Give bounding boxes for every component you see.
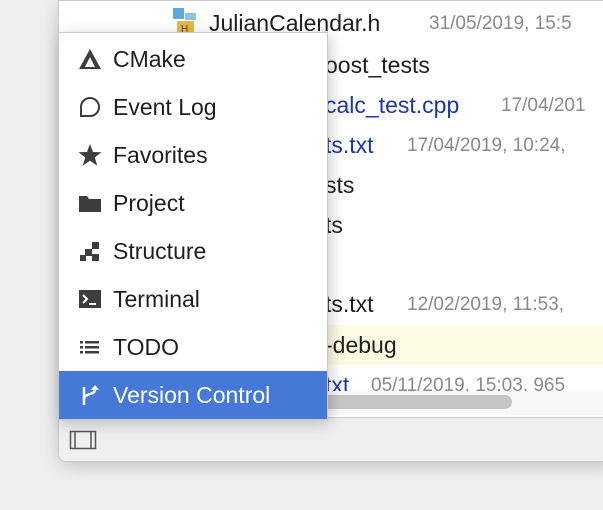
menu-item-cmake[interactable]: CMake [59, 35, 327, 83]
tree-row-name: sts [325, 172, 355, 198]
menu-item-favorites[interactable]: Favorites [59, 131, 327, 179]
menu-item-label: Favorites [113, 142, 208, 168]
tree-row-name: calc_test.cpp [325, 92, 460, 118]
tree-row-name: -debug [325, 332, 397, 358]
menu-item-structure[interactable]: Structure [59, 227, 327, 275]
menu-item-todo[interactable]: TODO [59, 323, 327, 371]
tool-window-bar [59, 417, 603, 461]
terminal-icon [79, 290, 101, 308]
scrollbar-thumb[interactable] [307, 395, 512, 409]
tree-row-name: ts.txt [325, 132, 374, 158]
header-file-icon: H [173, 8, 196, 34]
menu-item-version-control[interactable]: Version Control [59, 371, 327, 419]
folder-icon [79, 196, 101, 212]
menu-item-label: Structure [113, 238, 207, 264]
menu-item-label: TODO [113, 334, 180, 360]
tree-row-meta: 05/11/2019, 15:03, 965 [371, 375, 566, 391]
tool-windows-popup-menu: CMake Event Log Favorites Project Struct… [58, 32, 328, 420]
menu-item-terminal[interactable]: Terminal [59, 275, 327, 323]
version-control-icon [82, 385, 99, 405]
tree-row-meta: 17/04/201 [501, 95, 586, 116]
tree-row-meta: 12/02/2019, 11:53, [407, 294, 565, 315]
tree-row-name: txt [325, 372, 350, 391]
menu-item-label: Project [113, 190, 185, 216]
cmake-icon [79, 49, 101, 69]
menu-item-label: CMake [113, 46, 186, 72]
menu-item-event-log[interactable]: Event Log [59, 83, 327, 131]
menu-item-project[interactable]: Project [59, 179, 327, 227]
menu-item-label: Version Control [113, 382, 271, 408]
tool-windows-toggle-icon[interactable] [69, 430, 97, 450]
structure-icon [80, 242, 99, 261]
menu-item-label: Event Log [113, 94, 217, 120]
tree-row-name: ts.txt [325, 291, 374, 317]
todo-list-icon [80, 341, 99, 354]
tree-row-name: oost_tests [325, 52, 430, 78]
menu-item-label: Terminal [113, 286, 200, 312]
event-log-icon [80, 97, 100, 117]
tree-row-meta: 31/05/2019, 15:5 [429, 13, 572, 34]
star-icon [78, 144, 102, 166]
tree-row-meta: 17/04/2019, 10:24, [407, 135, 566, 156]
